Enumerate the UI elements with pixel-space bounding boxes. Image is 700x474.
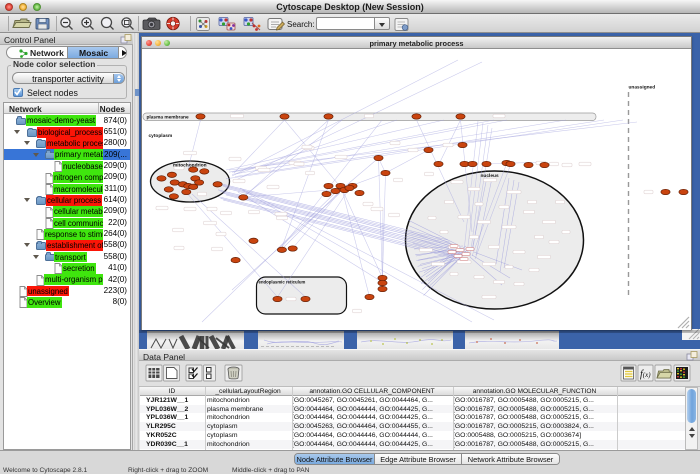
svg-text:f(x): f(x) bbox=[640, 369, 651, 380]
svg-text:cytoplasm: cytoplasm bbox=[149, 133, 173, 139]
svg-text:plasma membrane: plasma membrane bbox=[147, 114, 189, 120]
svg-text:endoplasmic reticulum: endoplasmic reticulum bbox=[259, 279, 306, 284]
svg-text:nucleus: nucleus bbox=[481, 173, 499, 179]
svg-text:unassigned: unassigned bbox=[629, 84, 656, 90]
svg-text:mitochondrion: mitochondrion bbox=[173, 162, 207, 168]
